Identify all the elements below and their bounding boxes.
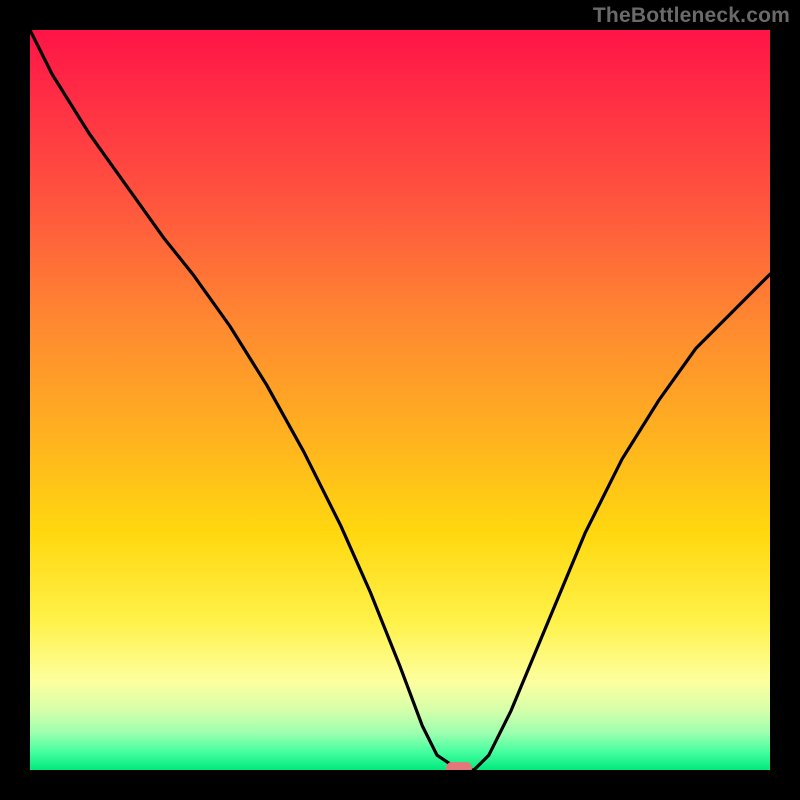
plot-area	[30, 30, 770, 770]
minimum-marker	[446, 762, 472, 770]
chart-frame: TheBottleneck.com	[0, 0, 800, 800]
watermark-text: TheBottleneck.com	[593, 4, 790, 28]
bottleneck-curve	[30, 30, 770, 770]
curve-path	[30, 30, 770, 770]
